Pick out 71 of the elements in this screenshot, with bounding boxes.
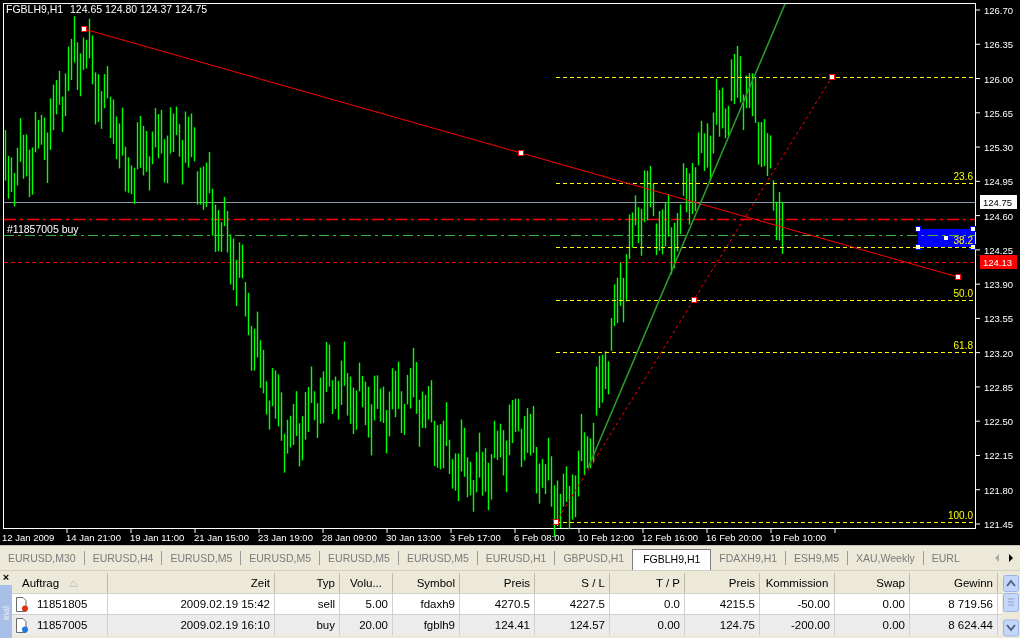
- time-axis-label: 23 Jan 19:00: [258, 532, 313, 543]
- price-axis-label: 126.35: [984, 39, 1014, 51]
- table-cell: 8 624.44: [910, 615, 998, 635]
- price-axis-label: 124.60: [984, 210, 1014, 222]
- price-axis-label: 125.65: [984, 107, 1014, 119]
- chart-tab[interactable]: XAU,Weekly: [848, 549, 923, 567]
- table-cell: fgblh9: [393, 615, 460, 635]
- sort-icon: [69, 579, 79, 587]
- time-axis-label: 10 Feb 12:00: [578, 532, 634, 543]
- price-axis-label: 123.20: [984, 347, 1014, 359]
- rectangle-object[interactable]: [915, 226, 976, 250]
- ohlc-values: 124.65 124.80 124.37 124.75: [70, 3, 208, 15]
- price-axis-label: 121.80: [984, 484, 1014, 496]
- table-cell: 124.41: [460, 615, 535, 635]
- fibonacci-level-label: 23.6: [953, 171, 973, 182]
- chart-tab[interactable]: EURUSD,M5: [320, 549, 398, 567]
- time-axis-label: 30 Jan 13:00: [386, 532, 441, 543]
- price-axis-label: 124.95: [984, 176, 1014, 188]
- price-axis-label: 123.90: [984, 279, 1014, 291]
- chart-tab[interactable]: EURL: [923, 549, 968, 567]
- ask-price-label: 124.13: [980, 255, 1017, 269]
- chart-tab[interactable]: ESH9,M5: [786, 549, 847, 567]
- time-axis-label: 12 Feb 16:00: [642, 532, 698, 543]
- table-cell: 0.00: [835, 615, 910, 635]
- table-cell: 0.00: [610, 615, 685, 635]
- table-cell: 124.75: [685, 615, 760, 635]
- price-axis-label: 122.85: [984, 381, 1014, 393]
- table-cell: -200.00: [760, 615, 835, 635]
- fibonacci-level-label: 50.0: [953, 288, 973, 299]
- chart-tab[interactable]: EURUSD,M30: [0, 549, 84, 567]
- table-cell: buy: [275, 615, 340, 635]
- order-icon: [15, 617, 29, 633]
- price-axis-label: 125.30: [984, 142, 1014, 154]
- chart-tab[interactable]: EURUSD,M5: [162, 549, 241, 567]
- fibonacci-level-label: 38.2: [953, 235, 973, 246]
- time-axis-label: 16 Feb 20:00: [706, 532, 762, 543]
- table-cell: 20.00: [340, 615, 393, 635]
- price-axis-label: 126.70: [984, 5, 1014, 16]
- close-button[interactable]: ×: [0, 571, 12, 585]
- price-axis-label: 123.55: [984, 313, 1014, 325]
- time-axis-label: 19 Jan 11:00: [130, 532, 185, 543]
- table-cell: 2009.02.19 16:10: [108, 615, 275, 635]
- chart-tab[interactable]: FDAXH9,H1: [711, 549, 786, 567]
- scroll-right-icon[interactable]: [1008, 554, 1014, 562]
- table-cell: 124.57: [535, 615, 610, 635]
- price-axis-label: 126.00: [984, 73, 1014, 85]
- chart-tab[interactable]: FGBLH9,H1: [632, 548, 712, 570]
- symbol-label: FGBLH9,H1: [6, 3, 64, 15]
- table-cell: 11857005: [37, 619, 88, 631]
- time-axis-label: 28 Jan 09:00: [322, 532, 377, 543]
- chart-tab[interactable]: EURUSD,H4: [84, 549, 162, 567]
- chart-tab[interactable]: EURUSD,M5: [398, 549, 477, 567]
- order-label: #11857005 buy: [7, 223, 79, 235]
- table-cell: 11851805: [37, 598, 88, 610]
- chart-tab[interactable]: EURUSD,H1: [477, 549, 555, 567]
- time-axis-label: 6 Feb 08:00: [514, 532, 565, 543]
- time-axis-label: 3 Feb 17:00: [450, 532, 501, 543]
- chart-tab[interactable]: GBPUSD,H1: [555, 549, 633, 567]
- chart-tab[interactable]: EURUSD,M5: [241, 549, 320, 567]
- price-axis-label: 122.15: [984, 450, 1014, 462]
- price-axis-label: 124.25: [984, 244, 1014, 256]
- price-axis-label: 122.50: [984, 416, 1014, 428]
- fibonacci-level-label: 61.8: [953, 340, 973, 351]
- time-axis-label: 19 Feb 10:00: [770, 532, 826, 543]
- time-axis-label: 12 Jan 2009: [2, 532, 55, 543]
- fibonacci-trend-line[interactable]: [553, 74, 835, 525]
- time-axis-label: 14 Jan 21:00: [66, 532, 121, 543]
- fibonacci-level-label: 100.0: [947, 510, 973, 521]
- bid-price-label: 124.75: [980, 195, 1017, 209]
- price-axis-label: 121.45: [984, 519, 1014, 530]
- time-axis-label: 21 Jan 15:00: [194, 532, 249, 543]
